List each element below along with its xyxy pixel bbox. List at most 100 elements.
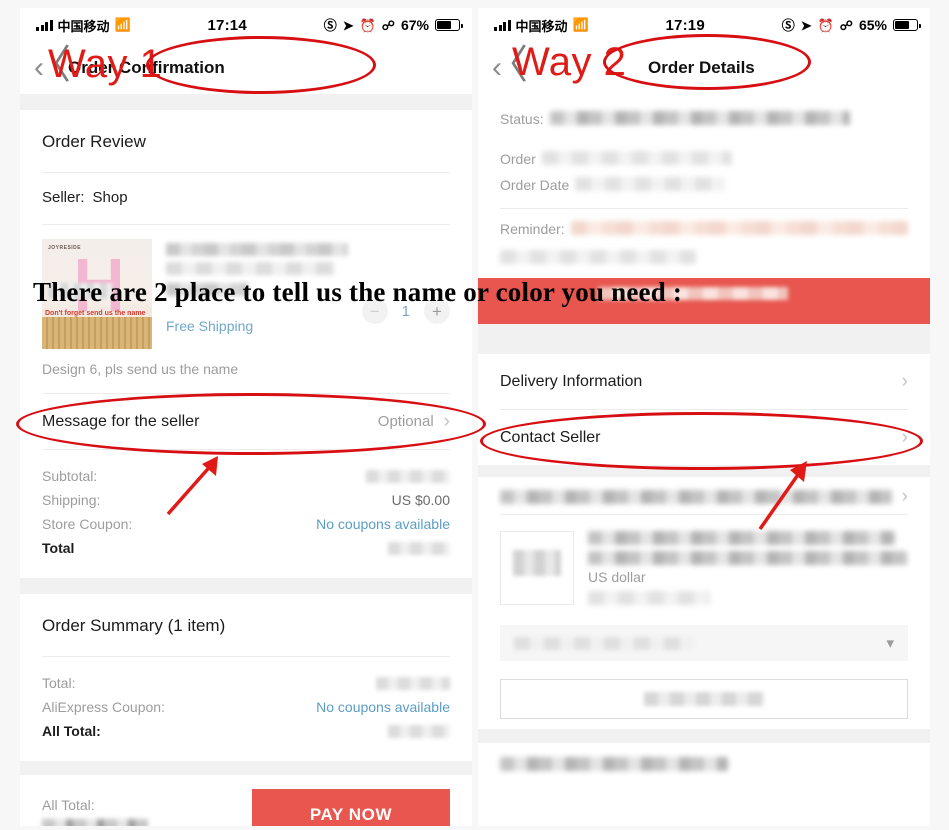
order-item-row[interactable]: US dollar <box>500 515 908 611</box>
seller-name: Shop <box>92 189 128 206</box>
summary-rows: Total: AliExpress Coupon: No coupons ava… <box>42 657 450 761</box>
nav-bar-left: ‹ Order Confirmation <box>20 42 472 94</box>
section-gap <box>478 324 930 354</box>
status-row: Status: <box>500 106 908 132</box>
redacted-block <box>549 111 850 125</box>
seller-row[interactable]: Seller: Shop <box>42 173 450 224</box>
redacted-block <box>513 550 561 576</box>
quantity-stepper[interactable]: − 1 + <box>361 239 450 349</box>
quantity-increase-button[interactable]: + <box>424 298 450 324</box>
store-coupon-label: Store Coupon: <box>42 516 133 532</box>
message-for-seller-row[interactable]: Message for the seller Optional › <box>42 394 450 449</box>
signal-bars-icon <box>36 19 53 31</box>
location-arrow-icon: ➤ <box>800 17 812 33</box>
order-date-row: Order Date <box>500 172 908 198</box>
reminder-row[interactable]: Reminder: <box>500 209 908 242</box>
currency-note: US dollar <box>588 569 646 585</box>
delivery-information-row[interactable]: Delivery Information › <box>500 354 908 409</box>
item-thumbnail[interactable] <box>500 531 574 605</box>
status-bar-left: 中国移动 📶 17:14 Ⓢ ➤ ⏰ ☍ 67% <box>20 8 472 42</box>
redacted-block <box>541 151 732 165</box>
clock-left: 17:14 <box>207 16 247 34</box>
order-summary-title: Order Summary (1 item) <box>42 616 226 635</box>
carrier-label: 中国移动 <box>515 18 568 34</box>
totals-row: Total <box>42 536 450 560</box>
menu-card: Delivery Information › Contact Seller › <box>478 354 930 465</box>
quantity-decrease-button[interactable]: − <box>361 298 388 324</box>
subtotal-label: Subtotal: <box>42 468 98 484</box>
back-chevron-icon[interactable]: ‹ <box>492 53 502 83</box>
product-row[interactable]: JOYRESIDE Don't forget send us the name … <box>42 225 450 355</box>
summary-row[interactable]: AliExpress Coupon: No coupons available <box>42 695 450 719</box>
redacted-block <box>644 692 764 706</box>
chevron-right-icon: › <box>901 371 908 392</box>
redacted-block <box>366 469 450 483</box>
delivery-information-label: Delivery Information <box>500 372 643 390</box>
order-date-label: Order Date <box>500 177 570 193</box>
product-image[interactable]: JOYRESIDE Don't forget send us the name … <box>42 239 152 349</box>
redacted-block <box>48 283 112 299</box>
item-select-dropdown[interactable]: ▾ <box>500 625 908 661</box>
redacted-block <box>388 724 450 738</box>
pay-bar: All Total: PAY NOW <box>20 775 472 826</box>
order-label: Order <box>500 151 536 167</box>
store-coupon-value[interactable]: No coupons available <box>316 516 450 532</box>
comparison-figure: 中国移动 📶 17:14 Ⓢ ➤ ⏰ ☍ 67% ‹ Order Confirm… <box>0 0 949 830</box>
chevron-right-icon: › <box>901 486 908 507</box>
summary-total-label: Total: <box>42 675 76 691</box>
message-for-seller-label: Message for the seller <box>42 412 200 430</box>
bluetooth-icon: ☍ <box>381 17 395 33</box>
redacted-block <box>575 177 726 191</box>
totals-row[interactable]: Store Coupon: No coupons available <box>42 512 450 536</box>
alarm-clock-icon: ⏰ <box>359 17 376 33</box>
redacted-block <box>166 262 335 275</box>
wifi-icon: 📶 <box>572 17 589 32</box>
order-row: Order <box>500 146 908 172</box>
redacted-block <box>166 283 248 296</box>
product-brand-label: JOYRESIDE <box>48 245 82 251</box>
chevron-right-icon: › <box>443 411 450 432</box>
contact-seller-row[interactable]: Contact Seller › <box>500 410 908 465</box>
shipping-value: US $0.00 <box>391 492 450 508</box>
quantity-value: 1 <box>401 302 410 320</box>
redacted-block <box>570 221 908 235</box>
redacted-block <box>388 541 450 555</box>
clock-right: 17:19 <box>665 16 705 34</box>
page-title-left: Order Confirmation <box>68 58 225 77</box>
carrier-label: 中国移动 <box>57 18 110 34</box>
battery-percent-right: 65% <box>858 17 887 33</box>
redacted-block <box>514 636 694 650</box>
chevron-right-icon: › <box>901 427 908 448</box>
section-gap <box>20 578 472 594</box>
item-card: › US dollar ▾ <box>478 477 930 719</box>
redacted-block <box>588 591 710 605</box>
summary-row: Total: <box>42 671 450 695</box>
redacted-block <box>376 676 450 690</box>
signal-bars-icon <box>494 19 511 31</box>
phone-screenshot-way1: 中国移动 📶 17:14 Ⓢ ➤ ⏰ ☍ 67% ‹ Order Confirm… <box>20 8 472 826</box>
status-bar-right: 中国移动 📶 17:19 Ⓢ ➤ ⏰ ☍ 65% <box>478 8 930 42</box>
alarm-clock-icon: ⏰ <box>817 17 834 33</box>
redacted-block <box>42 818 148 826</box>
aliexpress-coupon-value[interactable]: No coupons available <box>316 699 450 715</box>
summary-row: All Total: <box>42 719 450 743</box>
pay-now-button[interactable]: PAY NOW <box>252 789 450 826</box>
bluetooth-icon: ☍ <box>839 17 853 33</box>
rotation-lock-icon: Ⓢ <box>323 17 337 33</box>
battery-icon <box>893 19 921 31</box>
redacted-block <box>588 551 908 565</box>
order-info-card: Status: Order Order Date Reminder: <box>478 94 930 264</box>
back-chevron-icon[interactable]: ‹ <box>34 53 44 83</box>
order-review-card: Order Review Seller: Shop JOYRESIDE Don't… <box>20 110 472 578</box>
battery-percent-left: 67% <box>400 17 429 33</box>
product-graphic-fence <box>42 317 152 349</box>
redacted-block <box>500 250 696 264</box>
section-gap <box>20 761 472 775</box>
redacted-block <box>588 531 896 545</box>
footer-card <box>478 743 930 771</box>
shipping-label: Shipping: <box>42 492 101 508</box>
totals-block: Subtotal: Shipping: US $0.00 Store Coupo… <box>42 450 450 578</box>
totals-row: Subtotal: <box>42 464 450 488</box>
secondary-action-button[interactable] <box>500 679 908 719</box>
rotation-lock-icon: Ⓢ <box>781 17 795 33</box>
